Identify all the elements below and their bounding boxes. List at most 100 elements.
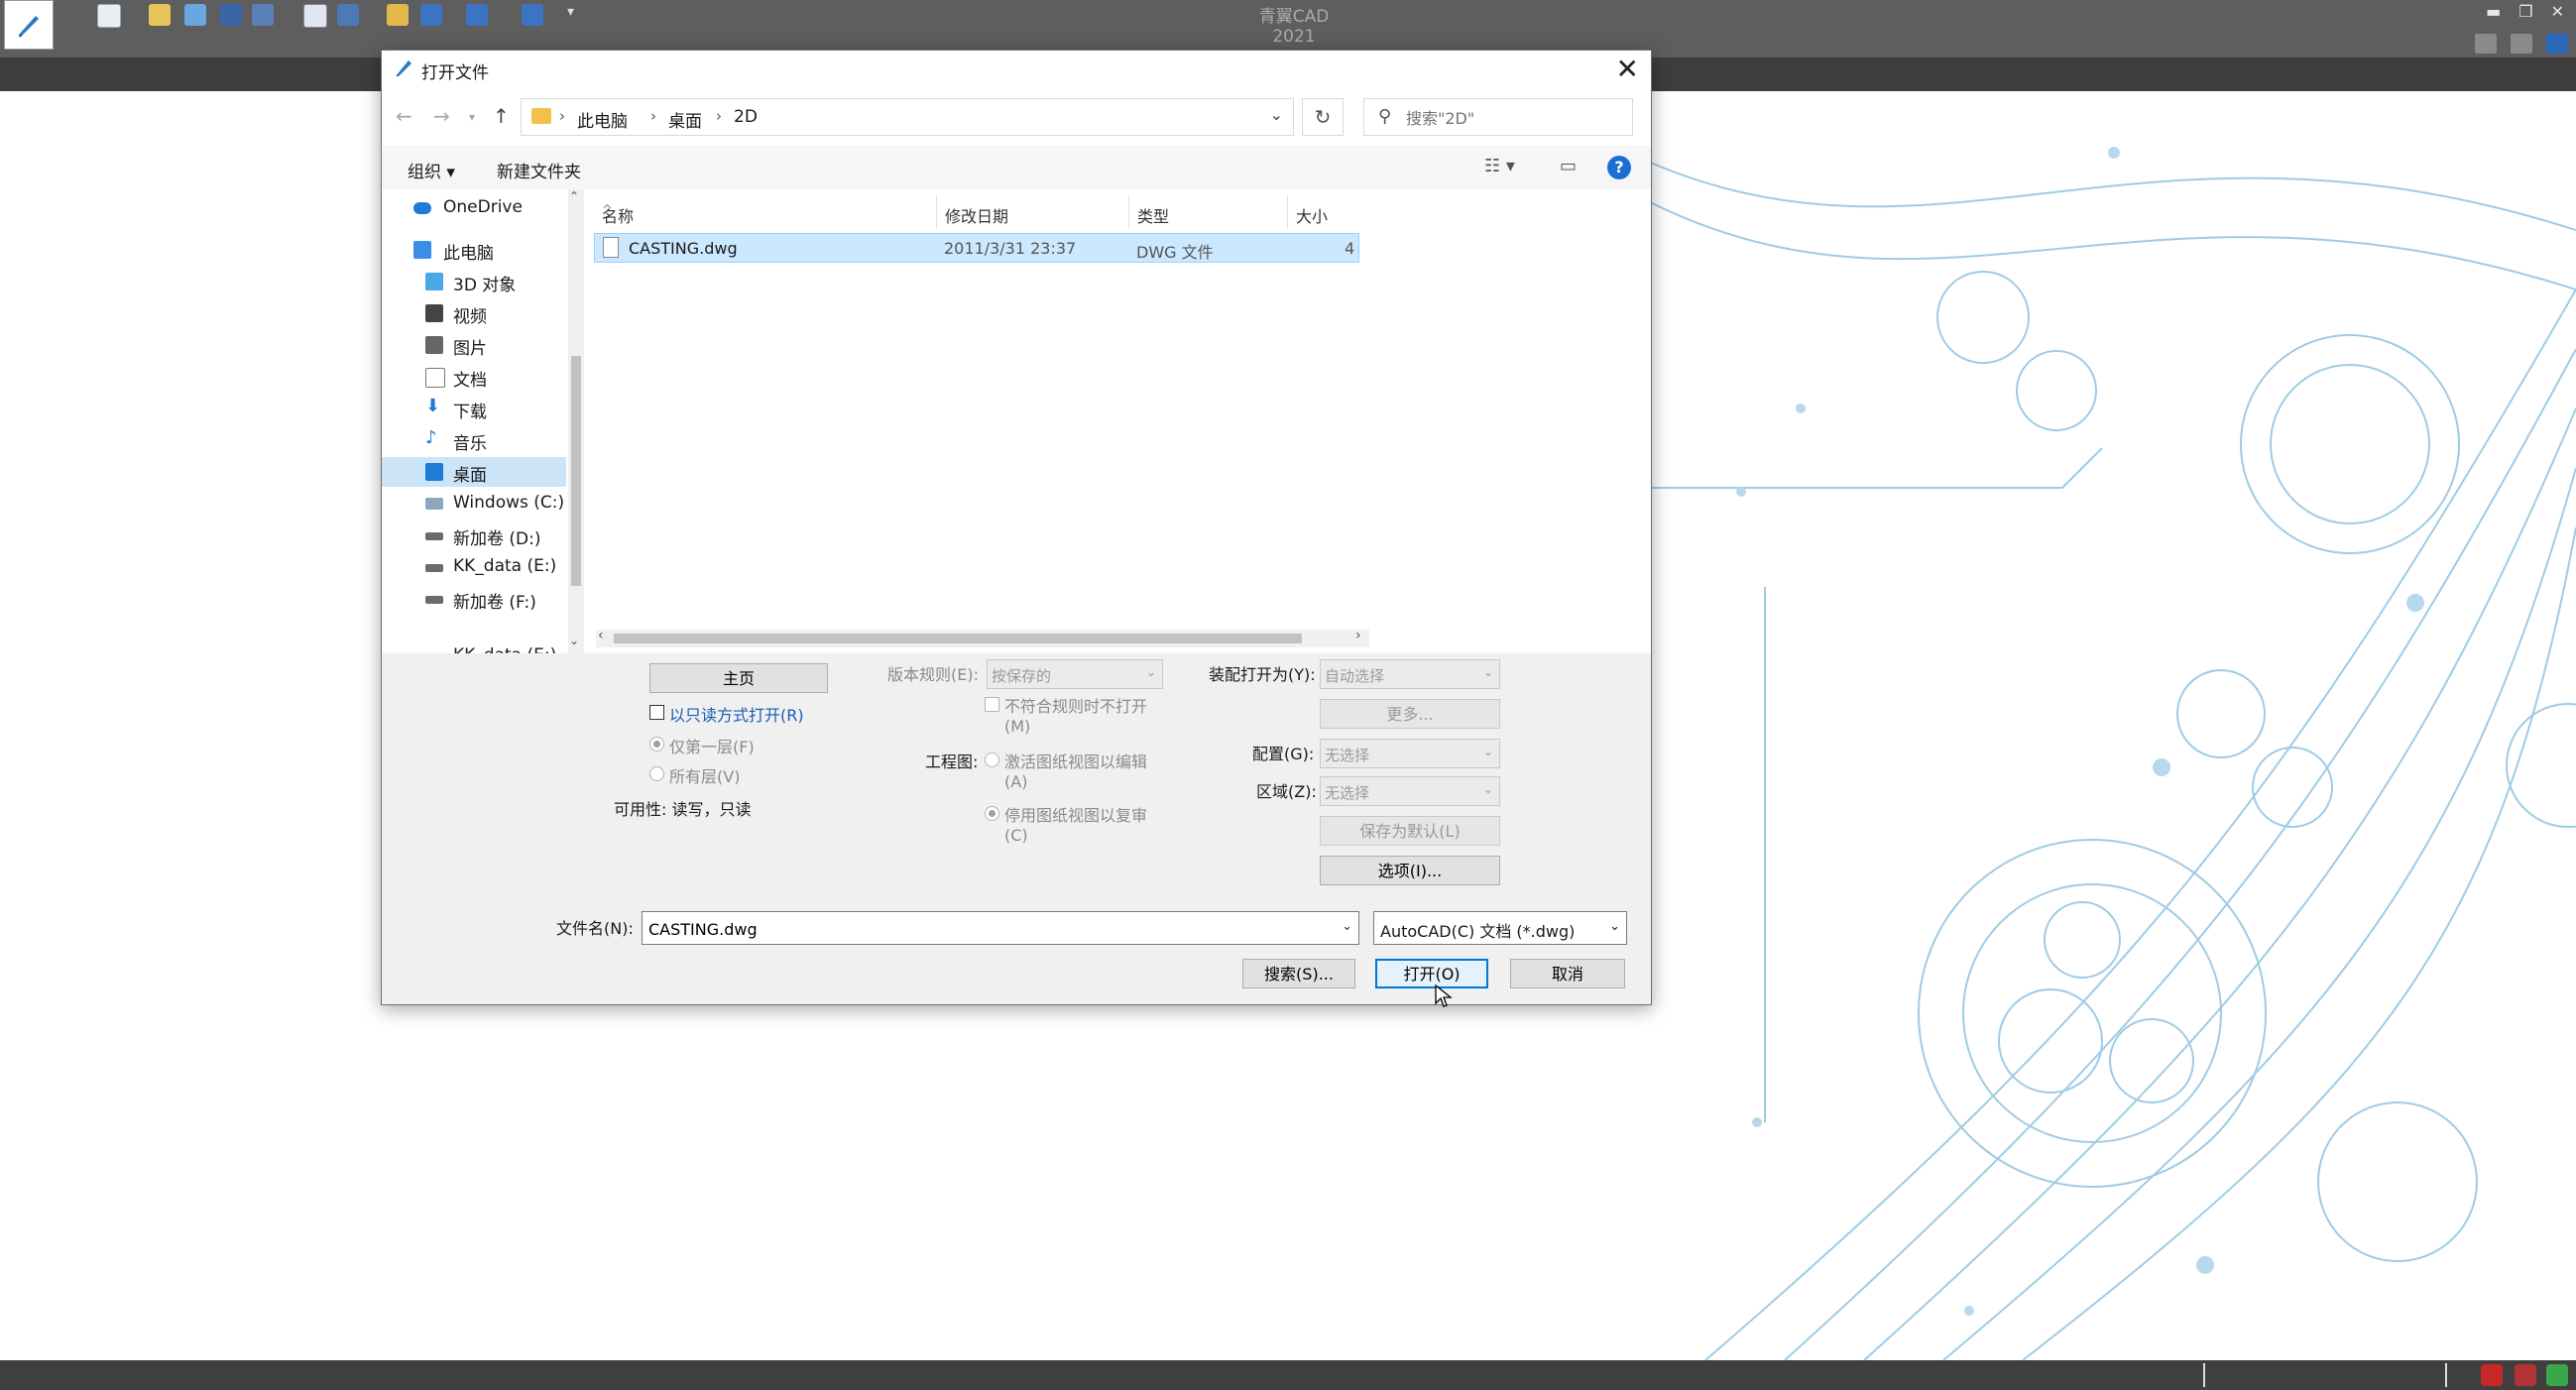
nav-item-downloads[interactable]: ⬇ 下载	[382, 394, 566, 423]
more-button[interactable]: 更多...	[1320, 699, 1500, 729]
refresh-button[interactable]: ↻	[1302, 98, 1344, 136]
chevron-down-icon[interactable]: ⌄	[1342, 919, 1352, 934]
app-logo-icon[interactable]	[4, 0, 54, 50]
readonly-label[interactable]: 以只读方式打开(R)	[669, 702, 804, 726]
save-default-button[interactable]: 保存为默认(L)	[1320, 816, 1500, 846]
nav-item-3d-objects[interactable]: 3D 对象	[382, 267, 566, 296]
nav-item-drive-e-network[interactable]: KK_data (E:)	[382, 641, 566, 653]
scrollbar-thumb[interactable]	[571, 356, 581, 586]
scroll-down-icon[interactable]: ⌄	[569, 634, 579, 647]
help-icon[interactable]: ?	[1607, 156, 1631, 179]
all-levels-radio[interactable]	[649, 766, 664, 781]
save-as-icon[interactable]	[252, 4, 274, 26]
up-arrow-icon[interactable]: ↑	[493, 104, 510, 128]
column-header-date[interactable]: 修改日期	[937, 195, 1129, 229]
maximize-icon[interactable]: ❐	[2518, 2, 2532, 21]
file-list-hscrollbar[interactable]: ‹ ›	[596, 628, 1369, 647]
nav-item-pictures[interactable]: 图片	[382, 330, 566, 360]
print-preview-icon[interactable]	[303, 4, 327, 28]
crumb-desktop[interactable]: 桌面	[668, 107, 702, 132]
nav-label: 此电脑	[443, 244, 494, 264]
address-bar[interactable]: › 此电脑 › 桌面 › 2D ⌄	[521, 98, 1294, 136]
new-folder-button[interactable]: 新建文件夹	[497, 158, 581, 182]
redo-icon[interactable]	[466, 4, 488, 26]
nav-item-drive-e[interactable]: KK_data (E:)	[382, 552, 566, 582]
column-header-type[interactable]: 类型	[1129, 195, 1288, 229]
nav-item-documents[interactable]: 文档	[382, 362, 566, 392]
save-icon[interactable]	[220, 4, 242, 26]
scroll-right-icon[interactable]: ›	[1355, 628, 1361, 643]
scroll-left-icon[interactable]: ‹	[598, 628, 604, 643]
picture-icon	[425, 336, 443, 354]
nav-item-onedrive[interactable]: OneDrive	[382, 193, 566, 223]
nav-label: OneDrive	[443, 197, 523, 217]
cancel-button[interactable]: 取消	[1510, 959, 1625, 988]
assembly-open-value: 自动选择	[1325, 667, 1385, 685]
nav-item-this-pc[interactable]: 此电脑	[382, 235, 566, 265]
open-file-icon[interactable]	[149, 4, 171, 26]
publish-icon[interactable]	[387, 4, 409, 26]
help-icon[interactable]	[2546, 34, 2568, 54]
noncompliant-checkbox[interactable]	[985, 697, 999, 712]
scrollbar-thumb[interactable]	[614, 634, 1302, 643]
first-level-radio[interactable]	[649, 737, 664, 752]
panel-toggle-icon[interactable]	[2511, 34, 2532, 54]
config-select[interactable]: 无选择 ⌄	[1320, 739, 1500, 768]
new-file-icon[interactable]	[97, 4, 121, 28]
organize-menu[interactable]: 组织 ▾	[408, 158, 455, 182]
dialog-close-button[interactable]: ✕	[1616, 53, 1639, 85]
assembly-open-select[interactable]: 自动选择 ⌄	[1320, 659, 1500, 689]
nav-item-music[interactable]: ♪ 音乐	[382, 425, 566, 455]
cube-icon	[425, 273, 443, 290]
disable-views-key: (C)	[1004, 826, 1028, 845]
file-row[interactable]: CASTING.dwg 2011/3/31 23:37 DWG 文件 4	[594, 233, 1359, 263]
close-icon[interactable]: ✕	[2551, 2, 2564, 21]
customize-toolbar-icon[interactable]: ▾	[567, 4, 581, 26]
filename-combobox[interactable]: ⌄	[642, 911, 1359, 945]
address-dropdown-icon[interactable]: ⌄	[1270, 105, 1283, 124]
share-icon[interactable]	[522, 4, 543, 26]
desktop-icon	[425, 463, 443, 481]
search-input[interactable]	[1404, 103, 1626, 133]
region-select[interactable]: 无选择 ⌄	[1320, 776, 1500, 806]
scroll-up-icon[interactable]: ⌃	[569, 189, 579, 203]
search-box[interactable]: ⚲	[1363, 98, 1633, 136]
disable-views-radio[interactable]	[985, 806, 999, 821]
activate-views-radio[interactable]	[985, 753, 999, 767]
undo-icon[interactable]	[420, 4, 442, 26]
forward-arrow-icon[interactable]: →	[433, 104, 450, 128]
back-arrow-icon[interactable]: ←	[396, 104, 412, 128]
recent-chevron-icon[interactable]: ▾	[469, 110, 475, 124]
readonly-checkbox[interactable]	[649, 705, 664, 720]
upload-icon[interactable]	[2546, 1364, 2568, 1386]
nav-item-drive-c[interactable]: Windows (C:)	[382, 489, 566, 519]
stop-icon[interactable]	[2515, 1364, 2536, 1386]
download-icon: ⬇	[425, 396, 441, 416]
nav-label: 桌面	[453, 466, 487, 486]
crumb-separator: ›	[716, 107, 722, 125]
nav-item-desktop[interactable]: 桌面	[382, 457, 566, 487]
filename-input[interactable]	[646, 916, 1325, 942]
nav-item-videos[interactable]: 视频	[382, 298, 566, 328]
version-rule-select[interactable]: 按保存的 ⌄	[987, 659, 1163, 689]
nav-pane-scrollbar[interactable]: ⌃ ⌄	[568, 189, 584, 653]
search-button[interactable]: 搜索(S)...	[1242, 959, 1355, 988]
record-icon[interactable]	[2481, 1364, 2503, 1386]
ribbon-toggle-icon[interactable]	[2475, 34, 2497, 54]
options-button[interactable]: 选项(I)...	[1320, 856, 1500, 885]
column-header-name[interactable]: 名称 ^	[594, 195, 937, 229]
open-web-icon[interactable]	[184, 4, 206, 26]
nav-item-drive-d[interactable]: 新加卷 (D:)	[382, 521, 566, 550]
noncompliant-key: (M)	[1004, 717, 1031, 736]
view-options-icon[interactable]: ☷ ▾	[1484, 156, 1515, 176]
column-header-size[interactable]: 大小	[1288, 195, 1359, 229]
home-button[interactable]: 主页	[649, 663, 828, 693]
crumb-2d[interactable]: 2D	[734, 107, 758, 127]
minimize-icon[interactable]: ▬	[2486, 2, 2501, 21]
crumb-this-pc[interactable]: 此电脑	[577, 107, 628, 132]
plot-icon[interactable]	[337, 4, 359, 26]
open-button[interactable]: 打开(O)	[1375, 959, 1488, 988]
preview-pane-icon[interactable]: ▭	[1560, 156, 1577, 176]
nav-item-drive-f[interactable]: 新加卷 (F:)	[382, 584, 566, 614]
file-type-filter[interactable]: AutoCAD(C) 文档 (*.dwg) ⌄	[1373, 911, 1627, 945]
